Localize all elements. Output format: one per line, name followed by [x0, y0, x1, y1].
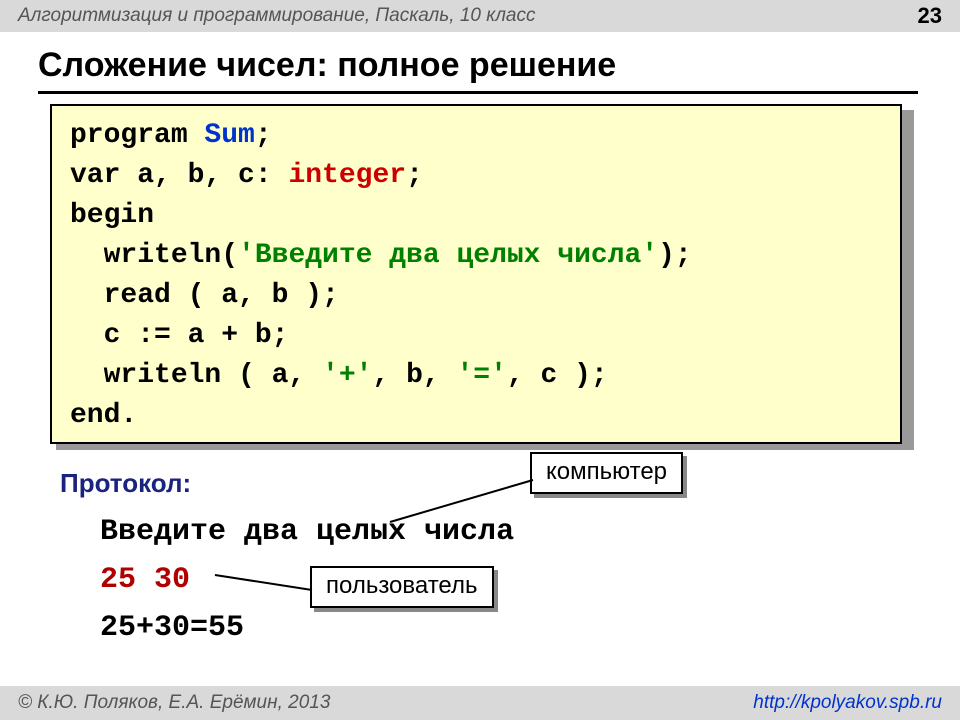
slide-footer: © К.Ю. Поляков, Е.А. Ерёмин, 2013 http:/…	[0, 686, 960, 720]
footer-copyright: © К.Ю. Поляков, Е.А. Ерёмин, 2013	[18, 692, 330, 714]
pointer-computer	[0, 0, 960, 720]
footer-url[interactable]: http://kpolyakov.spb.ru	[753, 692, 942, 714]
